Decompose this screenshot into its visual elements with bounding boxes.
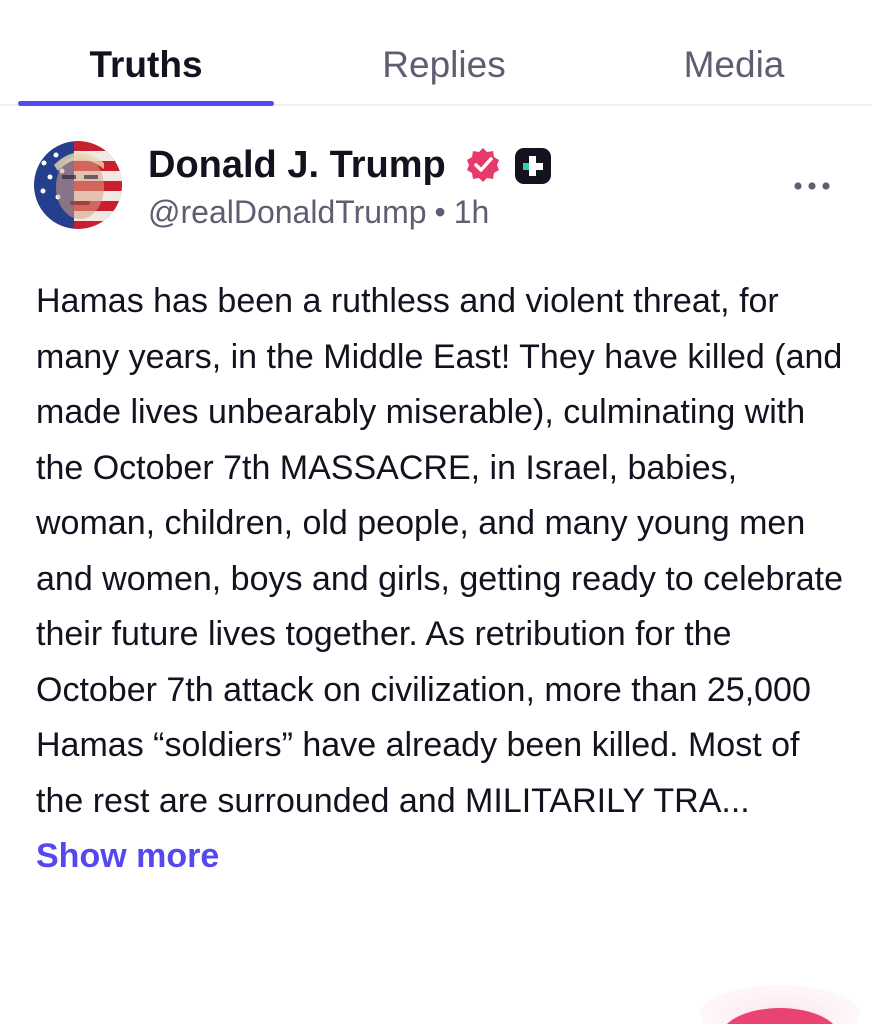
avatar-image (34, 141, 122, 229)
verified-badge-icon (464, 146, 502, 184)
profile-tabs: Truths Replies Media (0, 0, 872, 106)
post-text: Hamas has been a ruthless and violent th… (36, 282, 844, 820)
author-handle[interactable]: @realDonaldTrump (148, 194, 427, 230)
more-options-icon[interactable] (790, 172, 834, 200)
post-timestamp[interactable]: 1h (454, 194, 490, 230)
post-meta: @realDonaldTrump • 1h (148, 190, 489, 234)
tab-media[interactable]: Media (606, 40, 862, 90)
tab-truths[interactable]: Truths (18, 40, 274, 90)
profile-feed-screen: Truths Replies Media Donald J. Trump @re… (0, 0, 872, 1024)
author-name[interactable]: Donald J. Trump (148, 140, 446, 190)
show-more-link[interactable]: Show more (36, 837, 219, 875)
tab-replies[interactable]: Replies (316, 40, 572, 90)
truth-plus-icon (514, 147, 552, 185)
active-tab-indicator (18, 101, 274, 106)
meta-separator: • (434, 194, 446, 230)
post-body: Hamas has been a ruthless and violent th… (36, 274, 846, 885)
avatar[interactable] (34, 141, 122, 229)
